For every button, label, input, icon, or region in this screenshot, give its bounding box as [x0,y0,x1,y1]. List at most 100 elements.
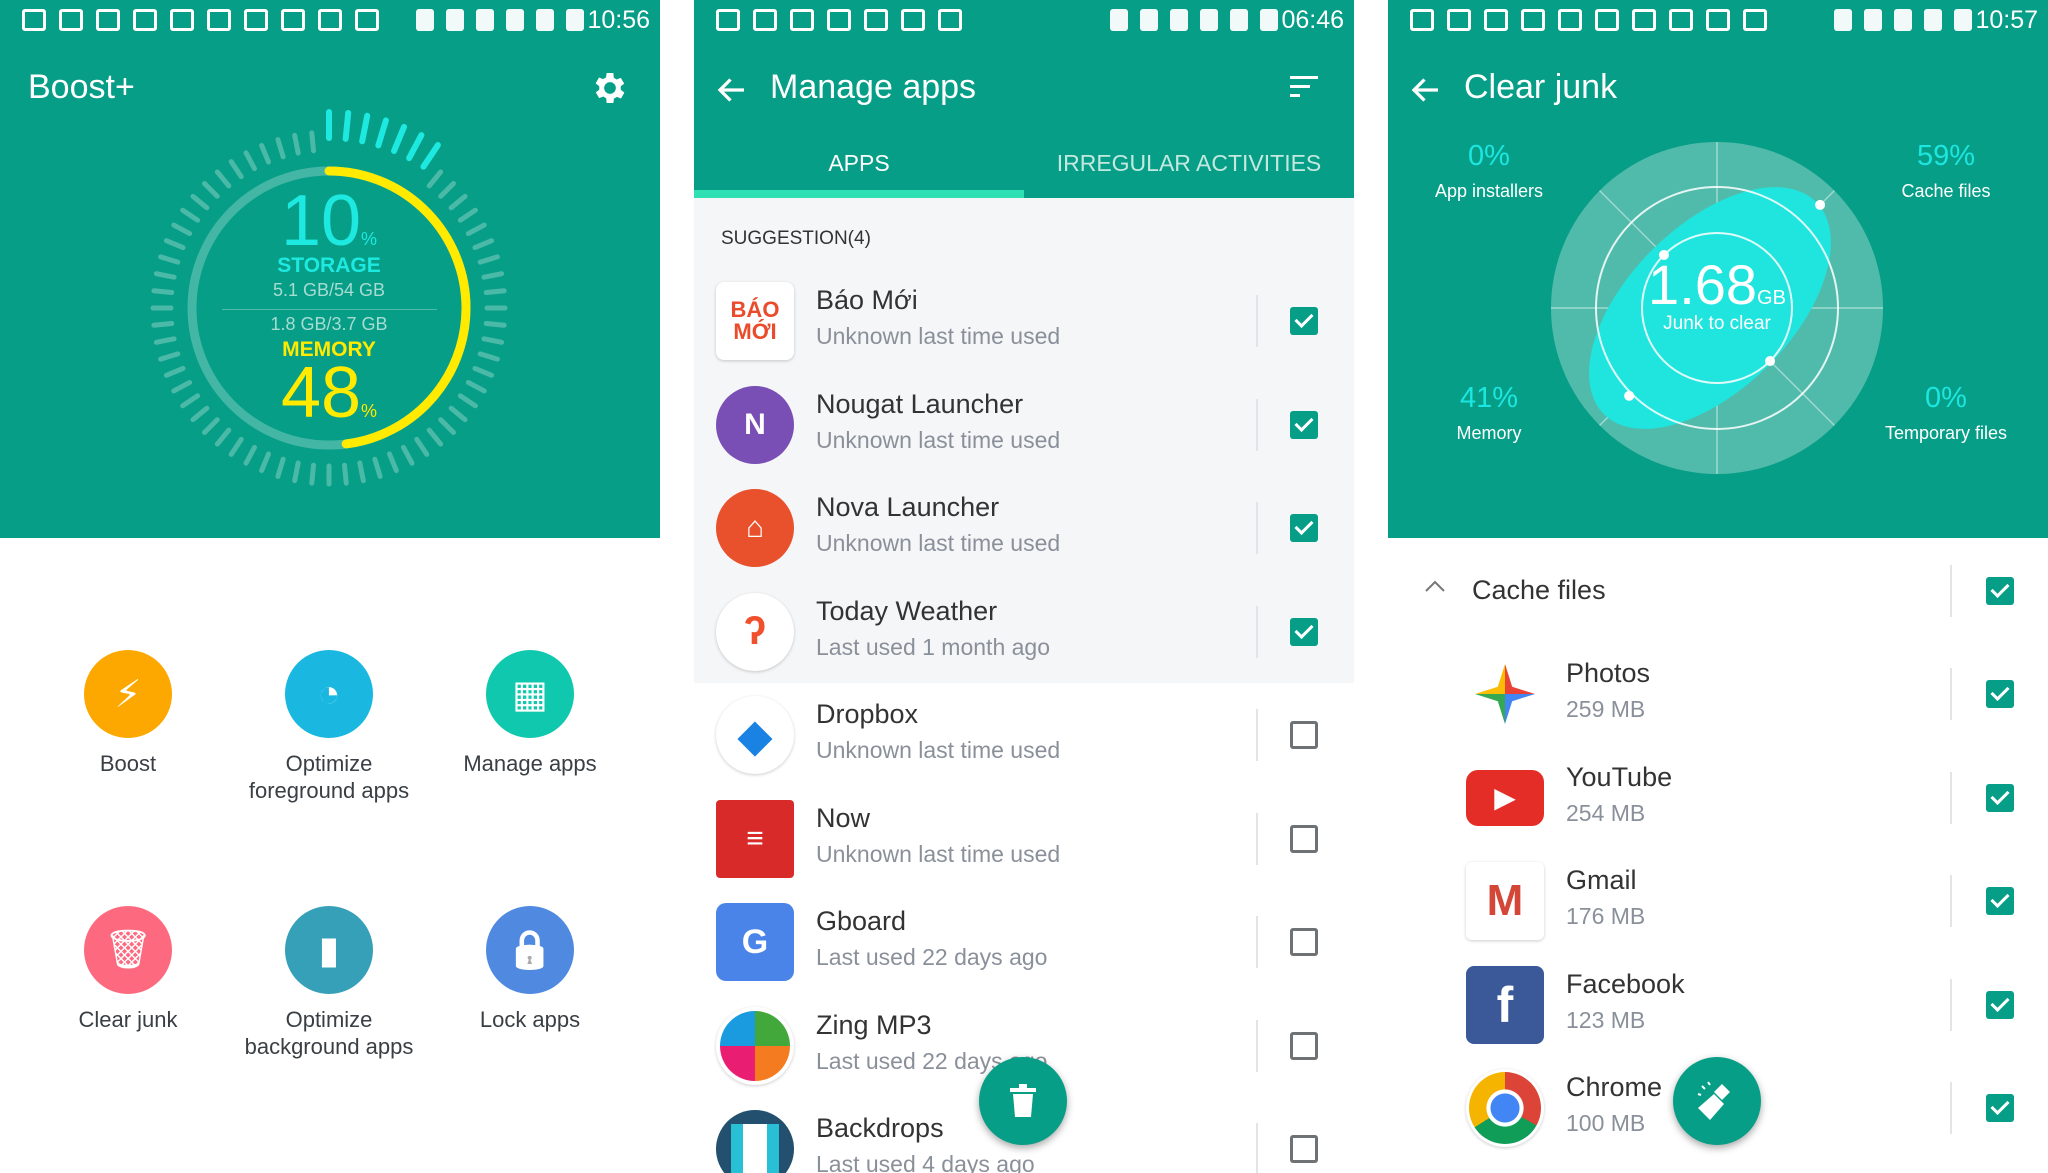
lock-icon: 🔒 [506,929,554,971]
divider [1256,812,1258,865]
status-time: 10:56 [587,6,650,34]
item-checkbox[interactable] [1986,1094,2014,1122]
tile-label[interactable]: Clear junk [18,1006,238,1033]
item-subtitle: Last used 22 days ago [816,944,1048,970]
item-checkbox[interactable] [1290,1031,1318,1060]
list-item[interactable]: ⌂ Nova Launcher Unknown last time used [694,476,1354,579]
delete-fab[interactable] [979,1057,1067,1145]
tile-label[interactable]: Optimize background apps [219,1006,439,1060]
tile-lightning-icon[interactable]: ⚡ [84,650,172,738]
divider [1950,875,1952,927]
list-item[interactable]: G Gboard Last used 22 days ago [694,890,1354,993]
tile-lock-icon[interactable]: 🔒 [486,906,574,994]
item-checkbox[interactable] [1290,307,1318,335]
item-checkbox[interactable] [1290,617,1318,646]
tile-label[interactable]: Optimize foreground apps [219,750,439,804]
list-item[interactable]: ≡ Now Unknown last time used [694,787,1354,890]
nova-launcher-icon: ⌂ [716,489,794,567]
app-title: Boost+ [28,68,135,106]
facebook-icon: f [1466,965,1544,1044]
item-checkbox[interactable] [1290,1135,1318,1163]
item-subtitle: 100 MB [1566,1110,1646,1136]
status-bar: 10:56 [0,0,660,40]
list-item[interactable]: ◆ Dropbox Unknown last time used [694,683,1354,786]
divider [1256,502,1258,554]
storage-tick [420,142,441,170]
storage-percent-value: 10 [280,181,362,261]
item-checkbox[interactable] [1290,514,1318,542]
gauge-tick [400,444,415,466]
storage-tick [391,123,408,154]
grid-icon: ▦ [512,673,548,716]
memory-usage: 1.8 GB/3.7 GB [270,314,388,334]
tile-label[interactable]: Manage apps [420,750,640,777]
list-item[interactable]: ▶ YouTube 254 MB [1388,746,2048,849]
item-checkbox[interactable] [1290,410,1318,439]
google-photos-icon [1466,655,1544,733]
category-name: Temporary files [1884,423,2008,443]
lightning-icon: ⚡ [114,673,142,716]
cache-files-section-header[interactable]: Cache files [1388,539,2048,642]
gauge-tick [228,159,244,180]
item-name: Now [816,802,871,833]
gauge-tick [228,436,244,457]
item-checkbox[interactable] [1290,928,1318,956]
tile-battery-leaf-icon[interactable]: ▮ [285,906,373,994]
chevron-up-icon[interactable] [1424,579,1446,593]
item-name: Facebook [1566,968,1685,999]
divider [1256,295,1258,347]
list-item[interactable]: f Facebook 123 MB [1388,953,2048,1056]
junk-total-value: 1.68 [1648,253,1758,316]
status-bar: 06:46 [694,0,1354,40]
page-title: Clear junk [1464,68,1618,106]
junk-total-unit: GB [1757,287,1786,309]
back-arrow-icon[interactable] [714,72,750,108]
status-bar: 10:57 [1388,0,2048,40]
item-checkbox[interactable] [1986,887,2014,915]
chrome-icon [1466,1069,1544,1147]
gear-icon[interactable] [590,68,630,108]
storage-memory-gauge [150,109,508,487]
item-subtitle: 254 MB [1566,799,1646,826]
clear-junk-screen: 10:57 Clear junk 1.68GB Junk to clear 0%… [1388,0,2048,1173]
gauge-tick [386,451,399,474]
tile-speedometer-icon[interactable]: ◔ [285,650,373,738]
list-item[interactable]: M Gmail 176 MB [1388,849,2048,952]
item-subtitle: Last used 4 days ago [816,1151,1035,1173]
divider [1256,916,1258,968]
storage-tick [359,112,371,145]
item-checkbox[interactable] [1986,990,2014,1019]
notification-icons [1410,9,1767,31]
tile-label[interactable]: Boost [18,750,238,777]
list-item[interactable]: ʔ Today Weather Last used 1 month ago [694,580,1354,683]
section-checkbox[interactable] [1986,577,2014,605]
category-percent: 59% [1916,140,1976,172]
tile-grid-icon[interactable]: ▦ [486,650,574,738]
category-percent: 0% [1925,382,1967,414]
gauge-tick [292,460,301,484]
tab-apps[interactable]: APPS [694,150,1024,177]
sort-icon[interactable] [1288,74,1320,100]
clean-fab[interactable] [1673,1057,1761,1145]
list-item[interactable]: N Nougat Launcher Unknown last time used [694,373,1354,476]
item-checkbox[interactable] [1290,721,1318,749]
item-name: Nova Launcher [816,492,1000,522]
item-checkbox[interactable] [1986,680,2014,708]
back-arrow-icon[interactable] [1408,72,1444,108]
item-checkbox[interactable] [1290,824,1318,853]
tile-trash-icon[interactable]: 🗑 [84,906,172,994]
item-name: Gmail [1566,865,1637,895]
item-checkbox[interactable] [1986,783,2014,812]
storage-tick [375,117,389,149]
storage-label: STORAGE [277,254,381,277]
item-subtitle: Unknown last time used [816,737,1061,763]
tile-label[interactable]: Lock apps [420,1006,640,1033]
list-item[interactable]: BÁO MỚI Báo Mới Unknown last time used [694,269,1354,372]
gboard-icon: G [716,903,794,981]
gauge-tick [309,130,317,154]
tab-irregular-activities[interactable]: IRREGULAR ACTIVITIES [1024,150,1354,177]
item-subtitle: Unknown last time used [816,840,1061,867]
status-time: 06:46 [1281,6,1344,34]
list-item[interactable]: Photos 259 MB [1388,642,2048,745]
boost-screen: 10:56 Boost+ 10% STORAGE 5.1 GB/54 GB 1.… [0,0,660,1173]
